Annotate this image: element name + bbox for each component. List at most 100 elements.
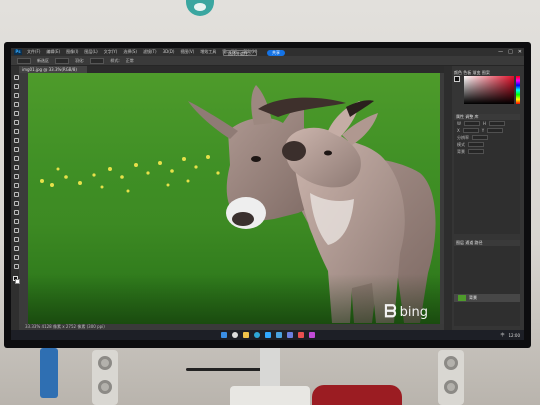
crop-tool-icon[interactable] <box>13 110 19 116</box>
tool-preset-picker[interactable] <box>17 57 31 64</box>
color-panel: 颜色 色板 渐变 图案 <box>454 70 522 108</box>
menu-edit[interactable]: 编辑(E) <box>46 48 60 56</box>
bing-watermark: ᗷ bing <box>384 302 428 322</box>
windows-taskbar: 中 12:00 <box>11 330 524 340</box>
path-selection-tool-icon[interactable] <box>13 227 19 233</box>
menu-type[interactable]: 文字(Y) <box>104 48 118 56</box>
menu-image[interactable]: 图像(I) <box>66 48 78 56</box>
feather-input[interactable] <box>90 57 105 64</box>
layers-panel-header[interactable]: 图层 通道 路径 <box>454 240 520 246</box>
dodge-tool-icon[interactable] <box>13 200 19 206</box>
document-canvas[interactable]: ᗷ bing <box>28 73 440 324</box>
feather-label: 羽化: <box>75 57 85 63</box>
property-value-field[interactable] <box>468 142 484 147</box>
property-key: X <box>457 128 460 133</box>
clock[interactable]: 12:00 <box>508 333 520 338</box>
zoom-tool-icon[interactable] <box>13 254 19 260</box>
property-key: 背景 <box>457 148 465 154</box>
color-panel-tabs[interactable]: 颜色 色板 渐变 图案 <box>454 70 522 75</box>
input-language-indicator[interactable]: 中 <box>500 332 504 338</box>
store-icon[interactable] <box>286 332 293 338</box>
options-bar: 新选区 羽化: 样式: 正常 <box>11 56 524 66</box>
property-row: W H <box>454 120 520 127</box>
app-icon[interactable] <box>308 332 315 338</box>
property-value-field[interactable] <box>468 149 484 154</box>
rectangle-tool-icon[interactable] <box>13 236 19 242</box>
blur-tool-icon[interactable] <box>13 191 19 197</box>
pen-tool-icon[interactable] <box>13 209 19 215</box>
property-key: W <box>457 121 461 126</box>
property-value-field[interactable] <box>462 128 479 133</box>
brush-tool-icon[interactable] <box>13 146 19 152</box>
screen: 文件(F) 编辑(E) 图像(I) 图层(L) 文字(Y) 选择(S) 滤镜(T… <box>11 48 524 340</box>
share-button[interactable]: 共享 <box>267 50 285 56</box>
minimize-button[interactable]: — <box>498 48 503 56</box>
speaker-cone <box>444 356 458 370</box>
property-key: 模式 <box>457 141 465 147</box>
history-brush-tool-icon[interactable] <box>13 164 19 170</box>
document-tab-bar: img01.jpg @ 33.3%(RGB/8) <box>19 66 444 73</box>
property-value-field[interactable] <box>488 121 505 126</box>
lasso-tool-icon[interactable] <box>13 92 19 98</box>
property-value-field[interactable] <box>472 135 488 140</box>
edge-icon[interactable] <box>253 332 260 338</box>
type-tool-icon[interactable] <box>13 218 19 224</box>
grass-shadow <box>28 274 440 324</box>
red-object <box>312 385 402 405</box>
file-explorer-icon[interactable] <box>242 332 249 338</box>
windows-start-icon[interactable] <box>220 332 227 338</box>
hand-tool-icon[interactable] <box>13 245 19 251</box>
property-row: X Y <box>454 127 520 134</box>
right-panel-dock: 颜色 色板 渐变 图案 属性 调整 库 W H X Y 分辨率 模式 背景 图层… <box>444 66 524 330</box>
menu-plugins[interactable]: 增效工具 <box>200 48 216 56</box>
bing-watermark-text: bing <box>399 304 428 320</box>
property-key: Y <box>481 128 485 133</box>
property-value-field[interactable] <box>487 128 504 133</box>
hue-slider[interactable] <box>516 76 520 104</box>
color-picker-field[interactable] <box>464 76 514 104</box>
right-speaker <box>438 350 464 405</box>
healing-brush-tool-icon[interactable] <box>13 137 19 143</box>
maximize-button[interactable]: □ <box>508 48 513 56</box>
stand-base <box>230 386 310 405</box>
style-label: 样式: <box>110 57 120 63</box>
speaker-cone <box>98 380 112 394</box>
menu-select[interactable]: 选择(S) <box>123 48 137 56</box>
move-tool-icon[interactable] <box>13 74 19 80</box>
blue-object <box>40 348 58 398</box>
document-tab[interactable]: img01.jpg @ 33.3%(RGB/8) <box>19 66 87 73</box>
selection-mode-label: 新选区 <box>37 57 49 63</box>
menu-filter[interactable]: 滤镜(T) <box>143 48 157 56</box>
bing-logo-icon: ᗷ <box>384 302 397 322</box>
photoshop-logo: Ps <box>14 49 22 55</box>
gradient-tool-icon[interactable] <box>13 182 19 188</box>
media-icon[interactable] <box>297 332 304 338</box>
mail-icon[interactable] <box>275 332 282 338</box>
yellow-flowers <box>40 155 220 193</box>
selection-mode-buttons[interactable] <box>55 57 69 64</box>
frame-tool-icon[interactable] <box>13 119 19 125</box>
color-panel-swatch[interactable] <box>454 76 460 82</box>
photoshop-icon[interactable] <box>264 332 271 338</box>
layer-row[interactable]: 背景 <box>454 294 520 302</box>
menu-view[interactable]: 视图(V) <box>180 48 194 56</box>
marquee-tool-icon[interactable] <box>13 83 19 89</box>
search-icon[interactable] <box>231 332 238 338</box>
property-key: 分辨率 <box>457 134 469 140</box>
menu-layer[interactable]: 图层(L) <box>84 48 97 56</box>
menu-file[interactable]: 文件(F) <box>27 48 40 56</box>
eyedropper-tool-icon[interactable] <box>13 128 19 134</box>
menu-3d[interactable]: 3D(D) <box>163 48 175 56</box>
window-controls: — □ ✕ <box>498 48 522 56</box>
monitor-stand <box>230 348 310 405</box>
background-color-swatch[interactable] <box>14 279 20 284</box>
eraser-tool-icon[interactable] <box>13 173 19 179</box>
clone-stamp-tool-icon[interactable] <box>13 155 19 161</box>
style-select[interactable]: 正常 <box>126 58 134 64</box>
select-and-mask-button[interactable]: 选择并遮住... <box>223 50 257 56</box>
close-button[interactable]: ✕ <box>518 48 522 56</box>
property-value-field[interactable] <box>463 121 480 126</box>
more-tools-icon[interactable] <box>13 263 19 269</box>
quick-select-tool-icon[interactable] <box>13 101 19 107</box>
stand-neck <box>260 348 280 388</box>
